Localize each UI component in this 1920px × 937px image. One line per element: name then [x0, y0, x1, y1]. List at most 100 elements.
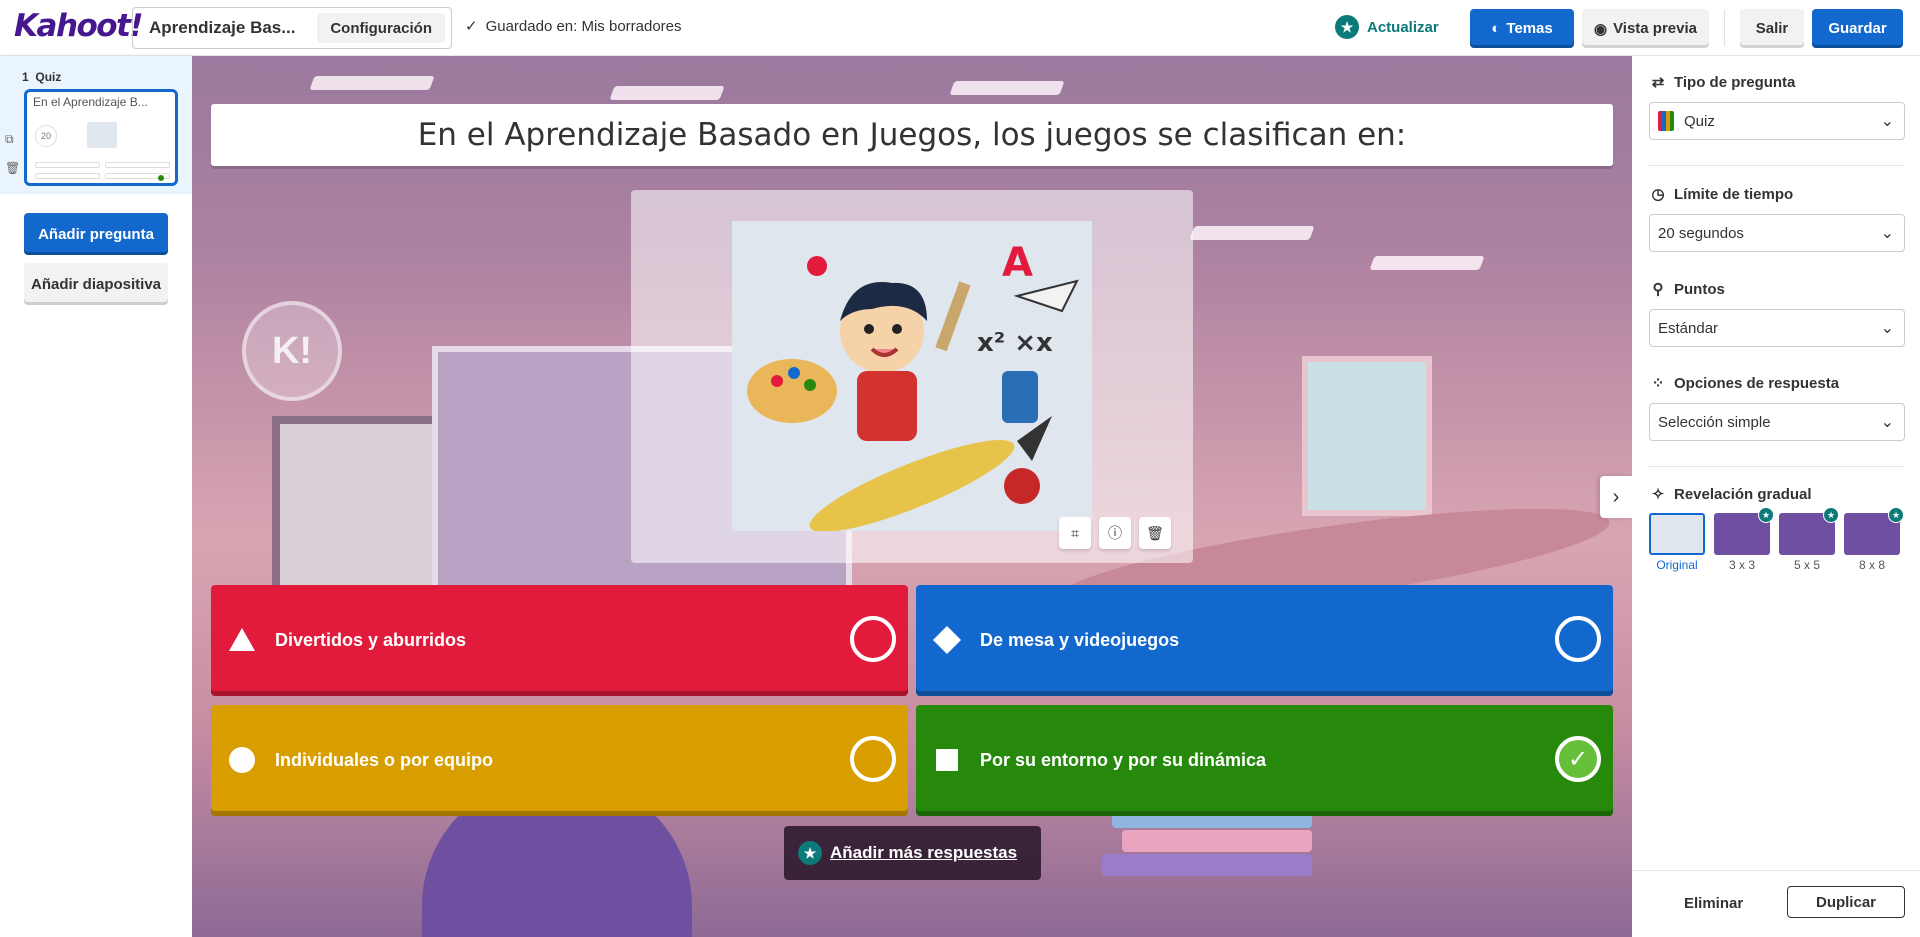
preview-button[interactable]: ◉ Vista previa [1582, 9, 1709, 48]
grid-icon: ⁘ [1651, 375, 1665, 392]
reveal-option-3x3[interactable]: ★ 3 x 3 [1714, 507, 1774, 572]
reveal-option-label: 3 x 3 [1728, 558, 1755, 572]
answer-option-2[interactable]: De mesa y videojuegos [916, 585, 1613, 696]
question-type-label: Tipo de pregunta [1674, 73, 1796, 91]
question-input[interactable]: En el Aprendizaje Basado en Juegos, los … [211, 104, 1613, 166]
info-icon[interactable]: ⓘ [1099, 517, 1131, 549]
star-icon: ★ [1888, 507, 1904, 523]
answer-option-1[interactable]: Divertidos y aburridos [211, 585, 908, 696]
star-icon: ★ [1758, 507, 1774, 523]
reveal-option-8x8[interactable]: ★ 8 x 8 [1844, 507, 1904, 572]
answer-options-section: ⁘ Opciones de respuesta Selección simple… [1649, 374, 1905, 441]
quiz-icon [1658, 111, 1674, 131]
themes-button[interactable]: ◐ Temas [1470, 9, 1574, 48]
crop-icon[interactable]: ⌗ [1059, 517, 1091, 549]
answer-text[interactable]: Individuales o por equipo [275, 750, 493, 771]
answer-option-4[interactable]: Por su entorno y por su dinámica ✓ [916, 705, 1613, 816]
save-button[interactable]: Guardar [1812, 9, 1903, 48]
save-status-text: Guardado en: Mis borradores [485, 17, 682, 35]
answer-options-select[interactable]: Selección simple ⌄ [1649, 403, 1905, 441]
upgrade-label: Actualizar [1367, 18, 1439, 36]
thumbnail-answer [35, 173, 100, 179]
delete-button[interactable]: Eliminar [1684, 895, 1743, 912]
exit-button[interactable]: Salir [1740, 9, 1804, 48]
answer-options-value: Selección simple [1658, 413, 1771, 431]
question-image[interactable]: A x² ×x [732, 221, 1092, 532]
slide-thumbnail[interactable]: En el Aprendizaje B... 20 [24, 89, 178, 186]
student-illustration-icon: A x² ×x [732, 221, 1092, 532]
reveal-option-label: 5 x 5 [1793, 558, 1820, 572]
slides-sidebar: 1 Quiz ⧉ 🗑 En el Aprendizaje B... 20 Aña… [0, 56, 192, 937]
correct-toggle[interactable] [850, 616, 896, 662]
eye-icon: ◉ [1593, 20, 1608, 38]
diamond-icon [933, 626, 961, 654]
slide-type: Quiz [35, 70, 62, 84]
background-light [949, 81, 1065, 95]
add-question-button[interactable]: Añadir pregunta [24, 213, 168, 255]
correct-toggle[interactable] [1555, 616, 1601, 662]
thumbnail-answer [105, 162, 170, 168]
add-more-answers-button[interactable]: ★ Añadir más respuestas [784, 826, 1041, 880]
slide-label: 1 Quiz [22, 70, 61, 84]
time-limit-select[interactable]: 20 segundos ⌄ [1649, 214, 1905, 252]
save-status: ✓ Guardado en: Mis borradores [465, 17, 682, 36]
top-bar: Kahoot! Aprendizaje Bas... Configuración… [0, 0, 1920, 56]
square-icon [936, 749, 958, 771]
chevron-down-icon: ⌄ [1880, 414, 1894, 431]
time-limit-value: 20 segundos [1658, 224, 1744, 242]
thumbnail-answer [35, 162, 100, 168]
duplicate-icon[interactable]: ⧉ [5, 132, 20, 147]
points-select[interactable]: Estándar ⌄ [1649, 309, 1905, 347]
points-label: Puntos [1674, 280, 1725, 298]
gradual-reveal-section: ✧ Revelación gradual Original ★ 3 x 3 ★ … [1649, 485, 1905, 572]
points-section: ⚲ Puntos Estándar ⌄ [1649, 280, 1905, 347]
question-canvas: K! En el Aprendizaje Basado en Juegos, l… [192, 56, 1632, 937]
reveal-thumbnail [1649, 513, 1705, 555]
question-type-select[interactable]: Quiz ⌄ [1649, 102, 1905, 140]
circle-icon [229, 747, 255, 773]
triangle-icon [229, 628, 255, 651]
upgrade-button[interactable]: ★ Actualizar [1335, 15, 1439, 39]
kahoot-title[interactable]: Aprendizaje Bas... [149, 18, 304, 38]
add-slide-button[interactable]: Añadir diapositiva [24, 263, 168, 305]
answer-option-3[interactable]: Individuales o por equipo [211, 705, 908, 816]
chevron-right-icon[interactable]: › [1600, 476, 1632, 518]
reveal-option-label: Original [1656, 558, 1698, 572]
points-title: ⚲ Puntos [1649, 280, 1905, 299]
thumbnail-title: En el Aprendizaje B... [33, 95, 148, 109]
background-books [1102, 806, 1322, 896]
reveal-option-5x5[interactable]: ★ 5 x 5 [1779, 507, 1839, 572]
star-icon: ★ [1335, 15, 1359, 39]
preview-label: Vista previa [1613, 20, 1698, 37]
correct-dot [158, 175, 164, 181]
correct-toggle[interactable]: ✓ [1555, 736, 1601, 782]
question-text[interactable]: En el Aprendizaje Basado en Juegos, los … [418, 117, 1407, 153]
correct-toggle[interactable] [850, 736, 896, 782]
trash-icon[interactable]: 🗑 [5, 161, 20, 175]
reveal-option-original[interactable]: Original [1649, 513, 1705, 572]
slide-list-item[interactable]: 1 Quiz ⧉ 🗑 En el Aprendizaje B... 20 [0, 56, 192, 194]
kahoot-crest-icon: K! [242, 301, 342, 401]
question-type-title: ⇄ Tipo de pregunta [1649, 73, 1905, 92]
chevron-down-icon: ⌄ [1880, 113, 1894, 130]
clock-icon: ◷ [1651, 186, 1665, 203]
media-tools: ⌗ ⓘ 🗑 [1059, 517, 1171, 549]
settings-panel: ⇄ Tipo de pregunta Quiz ⌄ ◷ Límite de ti… [1632, 56, 1920, 937]
answer-text[interactable]: Por su entorno y por su dinámica [980, 750, 1266, 771]
settings-button[interactable]: Configuración [317, 13, 445, 43]
svg-text:x² ×x: x² ×x [977, 328, 1053, 358]
answer-text[interactable]: De mesa y videojuegos [980, 630, 1179, 651]
answer-text[interactable]: Divertidos y aburridos [275, 630, 466, 651]
panel-actions: Eliminar Duplicar [1632, 870, 1920, 937]
svg-text:A: A [1002, 240, 1033, 286]
kahoot-title-field[interactable]: Aprendizaje Bas... Configuración [132, 7, 452, 49]
themes-label: Temas [1506, 20, 1553, 37]
slide-tools: ⧉ 🗑 [5, 132, 20, 175]
background-light [1369, 256, 1485, 270]
duplicate-button[interactable]: Duplicar [1787, 886, 1905, 918]
kahoot-logo[interactable]: Kahoot! [14, 8, 144, 44]
trash-icon[interactable]: 🗑 [1139, 517, 1171, 549]
reveal-thumbnail: ★ [1779, 507, 1839, 555]
thumbnail-timer: 20 [35, 125, 57, 147]
medal-icon: ⚲ [1652, 281, 1664, 298]
